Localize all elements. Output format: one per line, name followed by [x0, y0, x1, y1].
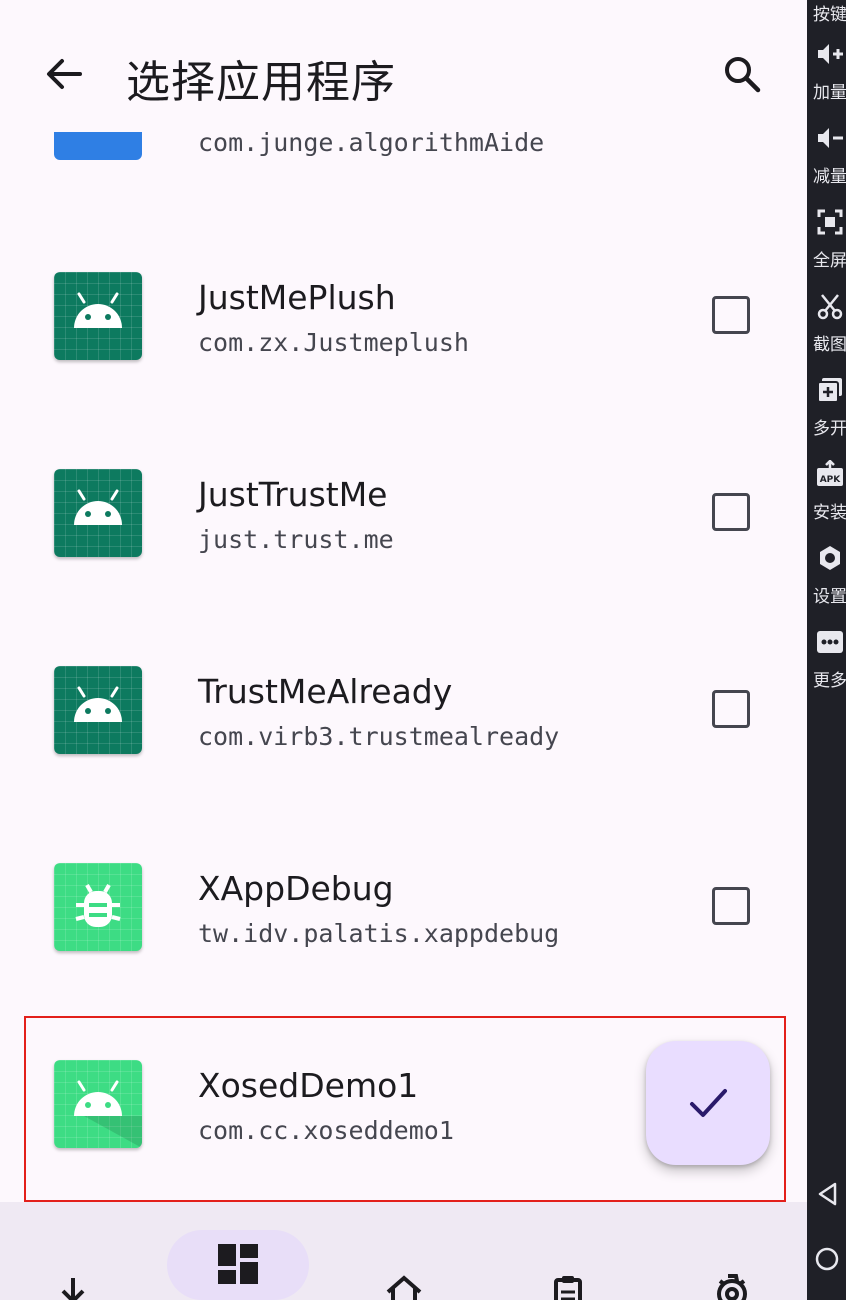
app-icon [54, 132, 142, 160]
search-button[interactable] [716, 48, 768, 100]
system-back-button[interactable] [815, 1180, 839, 1213]
tool-multi-instance[interactable]: 多开 [807, 376, 846, 460]
tool-label: 减量 [813, 167, 846, 187]
app-window: com.junge.algorithmAide JustMePlush com.… [0, 0, 807, 1300]
nav-home[interactable] [374, 1262, 434, 1300]
settings-icon [717, 1274, 747, 1300]
tool-install-apk[interactable]: APK 安装 [807, 460, 846, 544]
home-circle-icon [815, 1247, 839, 1271]
android-icon [54, 272, 142, 360]
volume-down-icon [818, 128, 843, 148]
list-item[interactable]: TrustMeAlready com.virb3.trustmealready [0, 610, 807, 807]
confirm-fab[interactable] [646, 1041, 770, 1165]
search-icon [725, 57, 761, 93]
emulator-toolbar: 按键 加量 减量 全屏 截图 多开 APK 安装 设置 更多 [807, 0, 846, 1300]
app-package: com.virb3.trustmealready [198, 722, 560, 751]
select-checkbox[interactable] [712, 887, 750, 925]
tool-label: 安装 [813, 503, 846, 523]
list-item[interactable]: JustMePlush com.zx.Justmeplush [0, 216, 807, 413]
tool-label: 多开 [813, 419, 846, 439]
back-button[interactable] [38, 48, 90, 100]
gear-icon [820, 546, 840, 570]
fullscreen-icon [817, 209, 843, 235]
tool-label: 设置 [813, 587, 846, 607]
apk-icon: APK [817, 460, 843, 486]
nav-dashboard[interactable] [208, 1234, 268, 1294]
app-package: tw.idv.palatis.xappdebug [198, 919, 560, 948]
app-package: com.junge.algorithmAide [198, 128, 545, 157]
tool-more[interactable]: 更多 [807, 628, 846, 712]
select-checkbox[interactable] [712, 296, 750, 334]
arrow-back-icon [47, 59, 82, 89]
nav-settings[interactable] [702, 1262, 762, 1300]
clipboard-icon [554, 1276, 582, 1300]
select-checkbox[interactable] [712, 690, 750, 728]
bottom-navigation [0, 1202, 807, 1300]
app-name: XAppDebug [198, 869, 394, 908]
app-name: TrustMeAlready [198, 672, 453, 711]
tool-label: 按键 [813, 5, 846, 25]
list-item[interactable]: XAppDebug tw.idv.palatis.xappdebug [0, 807, 807, 1004]
home-icon [386, 1275, 422, 1300]
nav-download[interactable] [43, 1262, 103, 1300]
scissors-icon [817, 294, 843, 320]
tool-label: 全屏 [813, 251, 846, 271]
tool-screenshot[interactable]: 截图 [807, 292, 846, 376]
system-home-button[interactable] [815, 1245, 839, 1278]
tool-label: 加量 [813, 83, 846, 103]
multi-instance-icon [817, 378, 842, 403]
app-package: com.zx.Justmeplush [198, 328, 469, 357]
app-package: just.trust.me [198, 525, 394, 554]
more-icon [817, 631, 843, 653]
tool-label: 更多 [813, 671, 846, 691]
tool-label: 截图 [813, 335, 846, 355]
tool-volume-up[interactable]: 加量 [807, 40, 846, 124]
dashboard-icon [218, 1244, 258, 1284]
list-item[interactable]: JustTrustMe just.trust.me [0, 413, 807, 610]
tool-settings[interactable]: 设置 [807, 544, 846, 628]
nav-logs[interactable] [538, 1262, 598, 1300]
bug-icon [54, 863, 142, 951]
app-name: JustTrustMe [198, 475, 388, 514]
volume-up-icon [818, 44, 843, 64]
svg-text:APK: APK [820, 475, 842, 485]
tool-fullscreen[interactable]: 全屏 [807, 208, 846, 292]
android-icon [54, 469, 142, 557]
download-icon [61, 1278, 85, 1300]
page-title: 选择应用程序 [126, 57, 396, 108]
select-checkbox[interactable] [712, 493, 750, 531]
check-icon [690, 1089, 727, 1117]
android-icon [54, 666, 142, 754]
tool-volume-down[interactable]: 减量 [807, 124, 846, 208]
back-triangle-icon [818, 1182, 837, 1206]
app-name: JustMePlush [198, 278, 396, 317]
top-app-bar: 选择应用程序 [0, 0, 807, 130]
